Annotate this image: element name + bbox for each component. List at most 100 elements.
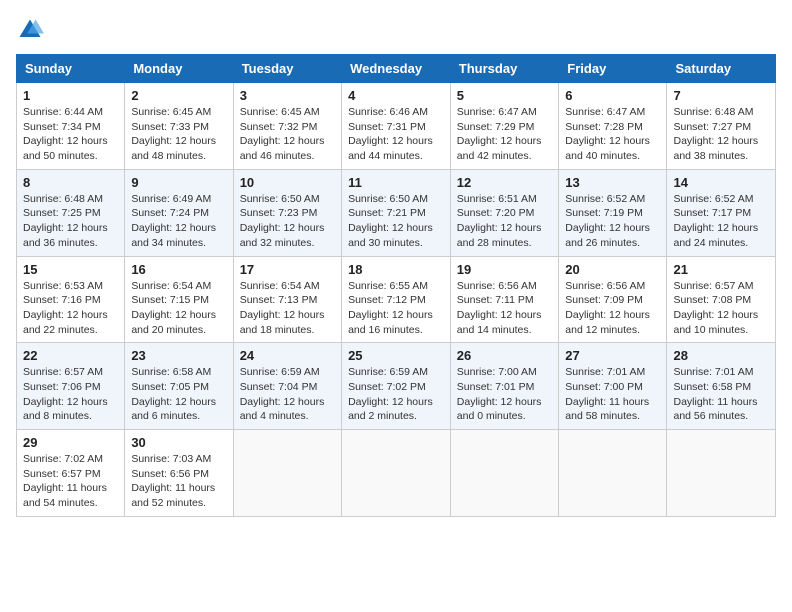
day-info: Sunrise: 6:55 AMSunset: 7:12 PMDaylight:…: [348, 280, 433, 336]
day-cell: 25 Sunrise: 6:59 AMSunset: 7:02 PMDaylig…: [342, 343, 451, 430]
day-cell: 29 Sunrise: 7:02 AMSunset: 6:57 PMDaylig…: [17, 430, 125, 517]
day-cell: 12 Sunrise: 6:51 AMSunset: 7:20 PMDaylig…: [450, 169, 559, 256]
day-cell: 23 Sunrise: 6:58 AMSunset: 7:05 PMDaylig…: [125, 343, 233, 430]
weekday-header-saturday: Saturday: [667, 55, 776, 83]
day-number: 14: [673, 175, 769, 190]
week-row-3: 15 Sunrise: 6:53 AMSunset: 7:16 PMDaylig…: [17, 256, 776, 343]
week-row-4: 22 Sunrise: 6:57 AMSunset: 7:06 PMDaylig…: [17, 343, 776, 430]
day-number: 7: [673, 88, 769, 103]
header: [16, 16, 776, 44]
day-cell: 10 Sunrise: 6:50 AMSunset: 7:23 PMDaylig…: [233, 169, 341, 256]
day-info: Sunrise: 6:57 AMSunset: 7:08 PMDaylight:…: [673, 280, 758, 336]
day-number: 4: [348, 88, 444, 103]
day-info: Sunrise: 6:45 AMSunset: 7:33 PMDaylight:…: [131, 106, 216, 162]
day-cell: 18 Sunrise: 6:55 AMSunset: 7:12 PMDaylig…: [342, 256, 451, 343]
day-number: 1: [23, 88, 118, 103]
day-number: 13: [565, 175, 660, 190]
day-cell: 13 Sunrise: 6:52 AMSunset: 7:19 PMDaylig…: [559, 169, 667, 256]
day-info: Sunrise: 6:47 AMSunset: 7:28 PMDaylight:…: [565, 106, 650, 162]
day-cell: [559, 430, 667, 517]
day-info: Sunrise: 6:51 AMSunset: 7:20 PMDaylight:…: [457, 193, 542, 249]
day-number: 22: [23, 348, 118, 363]
day-number: 11: [348, 175, 444, 190]
weekday-header-wednesday: Wednesday: [342, 55, 451, 83]
day-info: Sunrise: 6:44 AMSunset: 7:34 PMDaylight:…: [23, 106, 108, 162]
day-number: 3: [240, 88, 335, 103]
day-info: Sunrise: 7:03 AMSunset: 6:56 PMDaylight:…: [131, 453, 215, 509]
day-cell: 15 Sunrise: 6:53 AMSunset: 7:16 PMDaylig…: [17, 256, 125, 343]
day-number: 27: [565, 348, 660, 363]
day-number: 17: [240, 262, 335, 277]
day-cell: 28 Sunrise: 7:01 AMSunset: 6:58 PMDaylig…: [667, 343, 776, 430]
day-info: Sunrise: 6:52 AMSunset: 7:19 PMDaylight:…: [565, 193, 650, 249]
day-info: Sunrise: 6:57 AMSunset: 7:06 PMDaylight:…: [23, 366, 108, 422]
day-number: 26: [457, 348, 553, 363]
day-cell: 16 Sunrise: 6:54 AMSunset: 7:15 PMDaylig…: [125, 256, 233, 343]
week-row-2: 8 Sunrise: 6:48 AMSunset: 7:25 PMDayligh…: [17, 169, 776, 256]
day-cell: 30 Sunrise: 7:03 AMSunset: 6:56 PMDaylig…: [125, 430, 233, 517]
day-info: Sunrise: 6:53 AMSunset: 7:16 PMDaylight:…: [23, 280, 108, 336]
day-number: 5: [457, 88, 553, 103]
day-info: Sunrise: 7:01 AMSunset: 7:00 PMDaylight:…: [565, 366, 649, 422]
day-info: Sunrise: 6:56 AMSunset: 7:09 PMDaylight:…: [565, 280, 650, 336]
day-number: 30: [131, 435, 226, 450]
day-cell: 27 Sunrise: 7:01 AMSunset: 7:00 PMDaylig…: [559, 343, 667, 430]
day-cell: 24 Sunrise: 6:59 AMSunset: 7:04 PMDaylig…: [233, 343, 341, 430]
day-cell: 3 Sunrise: 6:45 AMSunset: 7:32 PMDayligh…: [233, 83, 341, 170]
logo-icon: [16, 16, 44, 44]
day-number: 29: [23, 435, 118, 450]
day-info: Sunrise: 6:49 AMSunset: 7:24 PMDaylight:…: [131, 193, 216, 249]
day-cell: 5 Sunrise: 6:47 AMSunset: 7:29 PMDayligh…: [450, 83, 559, 170]
day-cell: 19 Sunrise: 6:56 AMSunset: 7:11 PMDaylig…: [450, 256, 559, 343]
weekday-header-monday: Monday: [125, 55, 233, 83]
day-cell: 21 Sunrise: 6:57 AMSunset: 7:08 PMDaylig…: [667, 256, 776, 343]
day-number: 6: [565, 88, 660, 103]
day-info: Sunrise: 7:01 AMSunset: 6:58 PMDaylight:…: [673, 366, 757, 422]
day-number: 12: [457, 175, 553, 190]
day-info: Sunrise: 6:48 AMSunset: 7:25 PMDaylight:…: [23, 193, 108, 249]
day-number: 25: [348, 348, 444, 363]
day-info: Sunrise: 6:48 AMSunset: 7:27 PMDaylight:…: [673, 106, 758, 162]
day-number: 23: [131, 348, 226, 363]
day-number: 9: [131, 175, 226, 190]
day-cell: [667, 430, 776, 517]
day-cell: [450, 430, 559, 517]
day-number: 21: [673, 262, 769, 277]
day-info: Sunrise: 6:58 AMSunset: 7:05 PMDaylight:…: [131, 366, 216, 422]
day-cell: 17 Sunrise: 6:54 AMSunset: 7:13 PMDaylig…: [233, 256, 341, 343]
day-cell: 6 Sunrise: 6:47 AMSunset: 7:28 PMDayligh…: [559, 83, 667, 170]
day-number: 15: [23, 262, 118, 277]
day-cell: 11 Sunrise: 6:50 AMSunset: 7:21 PMDaylig…: [342, 169, 451, 256]
day-info: Sunrise: 6:54 AMSunset: 7:13 PMDaylight:…: [240, 280, 325, 336]
day-number: 8: [23, 175, 118, 190]
day-number: 10: [240, 175, 335, 190]
day-info: Sunrise: 7:02 AMSunset: 6:57 PMDaylight:…: [23, 453, 107, 509]
day-info: Sunrise: 6:46 AMSunset: 7:31 PMDaylight:…: [348, 106, 433, 162]
day-info: Sunrise: 6:45 AMSunset: 7:32 PMDaylight:…: [240, 106, 325, 162]
day-cell: 8 Sunrise: 6:48 AMSunset: 7:25 PMDayligh…: [17, 169, 125, 256]
week-row-1: 1 Sunrise: 6:44 AMSunset: 7:34 PMDayligh…: [17, 83, 776, 170]
weekday-header-tuesday: Tuesday: [233, 55, 341, 83]
calendar-body: 1 Sunrise: 6:44 AMSunset: 7:34 PMDayligh…: [17, 83, 776, 517]
day-cell: 1 Sunrise: 6:44 AMSunset: 7:34 PMDayligh…: [17, 83, 125, 170]
day-info: Sunrise: 6:56 AMSunset: 7:11 PMDaylight:…: [457, 280, 542, 336]
weekday-header-sunday: Sunday: [17, 55, 125, 83]
day-number: 16: [131, 262, 226, 277]
day-cell: 2 Sunrise: 6:45 AMSunset: 7:33 PMDayligh…: [125, 83, 233, 170]
day-info: Sunrise: 6:59 AMSunset: 7:04 PMDaylight:…: [240, 366, 325, 422]
day-info: Sunrise: 6:50 AMSunset: 7:21 PMDaylight:…: [348, 193, 433, 249]
weekday-header-thursday: Thursday: [450, 55, 559, 83]
day-cell: 7 Sunrise: 6:48 AMSunset: 7:27 PMDayligh…: [667, 83, 776, 170]
day-number: 20: [565, 262, 660, 277]
day-info: Sunrise: 6:52 AMSunset: 7:17 PMDaylight:…: [673, 193, 758, 249]
day-cell: 14 Sunrise: 6:52 AMSunset: 7:17 PMDaylig…: [667, 169, 776, 256]
day-number: 24: [240, 348, 335, 363]
day-cell: 26 Sunrise: 7:00 AMSunset: 7:01 PMDaylig…: [450, 343, 559, 430]
day-info: Sunrise: 7:00 AMSunset: 7:01 PMDaylight:…: [457, 366, 542, 422]
day-info: Sunrise: 6:50 AMSunset: 7:23 PMDaylight:…: [240, 193, 325, 249]
day-cell: 22 Sunrise: 6:57 AMSunset: 7:06 PMDaylig…: [17, 343, 125, 430]
day-number: 18: [348, 262, 444, 277]
day-cell: [342, 430, 451, 517]
weekday-header-friday: Friday: [559, 55, 667, 83]
day-number: 28: [673, 348, 769, 363]
